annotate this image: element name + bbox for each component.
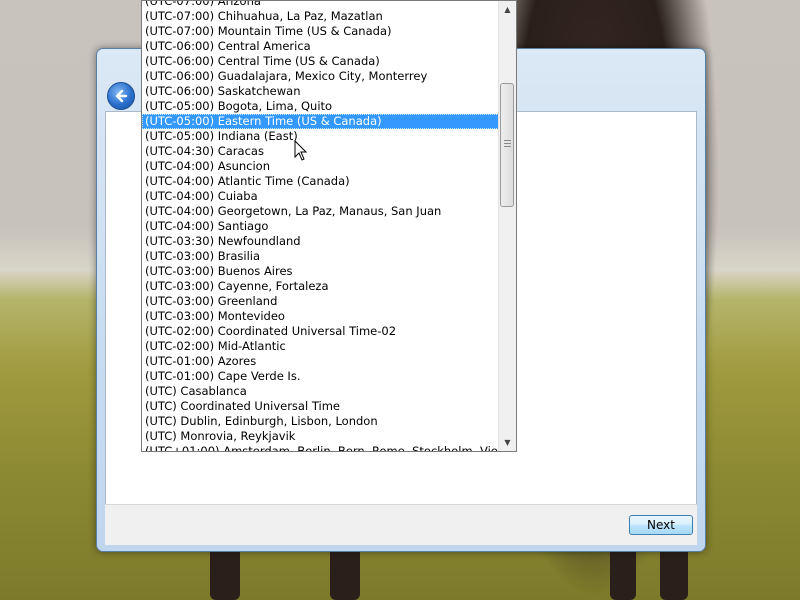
timezone-option[interactable]: (UTC-06:00) Central Time (US & Canada): [142, 54, 501, 69]
timezone-option[interactable]: (UTC-06:00) Guadalajara, Mexico City, Mo…: [142, 69, 501, 84]
timezone-option[interactable]: (UTC-05:00) Bogota, Lima, Quito: [142, 99, 501, 114]
timezone-option[interactable]: (UTC-03:00) Brasilia: [142, 249, 501, 264]
timezone-option[interactable]: (UTC-06:00) Central America: [142, 39, 501, 54]
timezone-option[interactable]: (UTC-04:00) Atlantic Time (Canada): [142, 174, 501, 189]
timezone-option[interactable]: (UTC-04:30) Caracas: [142, 144, 501, 159]
timezone-option[interactable]: (UTC-03:00) Greenland: [142, 294, 501, 309]
timezone-option[interactable]: (UTC-03:00) Montevideo: [142, 309, 501, 324]
scroll-down-icon[interactable]: ▼: [499, 434, 516, 451]
dialog-footer: Next: [105, 504, 697, 545]
timezone-option[interactable]: (UTC-03:00) Cayenne, Fortaleza: [142, 279, 501, 294]
timezone-option[interactable]: (UTC) Monrovia, Reykjavik: [142, 429, 501, 444]
scroll-up-icon[interactable]: ▲: [499, 1, 516, 18]
timezone-option[interactable]: (UTC-04:00) Georgetown, La Paz, Manaus, …: [142, 204, 501, 219]
back-button[interactable]: [107, 82, 135, 110]
timezone-option[interactable]: (UTC-07:00) Mountain Time (US & Canada): [142, 24, 501, 39]
scrollbar[interactable]: ▲ ▼: [498, 1, 516, 451]
timezone-option[interactable]: (UTC-04:00) Santiago: [142, 219, 501, 234]
timezone-option[interactable]: (UTC+01:00) Amsterdam, Berlin, Bern, Rom…: [142, 444, 501, 451]
mouse-cursor-icon: [294, 140, 308, 161]
timezone-option[interactable]: (UTC-06:00) Saskatchewan: [142, 84, 501, 99]
timezone-option[interactable]: (UTC-05:00) Indiana (East): [142, 129, 501, 144]
timezone-option[interactable]: (UTC-07:00) Chihuahua, La Paz, Mazatlan: [142, 9, 501, 24]
timezone-option[interactable]: (UTC-04:00) Cuiaba: [142, 189, 501, 204]
timezone-items: (UTC-07:00) Arizona (UTC-07:00) Chihuahua…: [142, 1, 501, 451]
next-button[interactable]: Next: [629, 515, 693, 535]
timezone-option[interactable]: (UTC-01:00) Cape Verde Is.: [142, 369, 501, 384]
timezone-option[interactable]: (UTC-07:00) Arizona: [142, 1, 501, 9]
timezone-option[interactable]: (UTC-02:00) Coordinated Universal Time-0…: [142, 324, 501, 339]
timezone-option-selected[interactable]: (UTC-05:00) Eastern Time (US & Canada): [142, 114, 501, 129]
timezone-option[interactable]: (UTC-03:30) Newfoundland: [142, 234, 501, 249]
timezone-dropdown-list[interactable]: (UTC-07:00) Arizona (UTC-07:00) Chihuahua…: [141, 0, 517, 452]
timezone-option[interactable]: (UTC-03:00) Buenos Aires: [142, 264, 501, 279]
timezone-option[interactable]: (UTC) Casablanca: [142, 384, 501, 399]
timezone-option[interactable]: (UTC-04:00) Asuncion: [142, 159, 501, 174]
timezone-option[interactable]: (UTC-02:00) Mid-Atlantic: [142, 339, 501, 354]
timezone-option[interactable]: (UTC-01:00) Azores: [142, 354, 501, 369]
grip-icon: [504, 140, 511, 147]
scroll-thumb[interactable]: [500, 83, 514, 207]
timezone-option[interactable]: (UTC) Coordinated Universal Time: [142, 399, 501, 414]
back-arrow-icon: [115, 89, 128, 103]
timezone-option[interactable]: (UTC) Dublin, Edinburgh, Lisbon, London: [142, 414, 501, 429]
